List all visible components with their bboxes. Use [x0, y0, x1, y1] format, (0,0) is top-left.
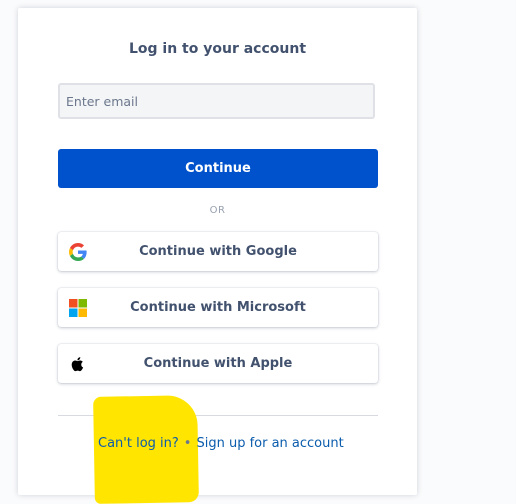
continue-button[interactable]: Continue [58, 149, 378, 188]
continue-with-google-button[interactable]: Continue with Google [58, 232, 378, 271]
page-title: Log in to your account [128, 41, 307, 57]
login-card: Log in to your account Continue OR Conti… [18, 8, 417, 504]
signup-link[interactable]: Sign up for an account [196, 436, 343, 451]
or-divider-text: OR [209, 205, 226, 216]
continue-with-microsoft-button[interactable]: Continue with Microsoft [58, 288, 378, 327]
email-input[interactable] [58, 83, 375, 119]
google-button-label: Continue with Google [139, 244, 297, 259]
microsoft-button-label: Continue with Microsoft [130, 300, 306, 315]
footer-links: Can't log in? • Sign up for an account [98, 436, 344, 451]
continue-with-apple-button[interactable]: Continue with Apple [58, 344, 378, 383]
apple-button-label: Continue with Apple [143, 356, 293, 371]
cant-login-link[interactable]: Can't log in? [98, 436, 179, 451]
footer-separator: • [183, 436, 192, 451]
